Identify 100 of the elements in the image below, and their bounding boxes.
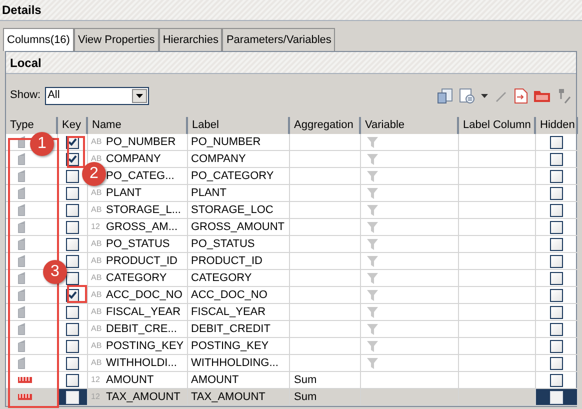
datatype-label: AB: [91, 306, 102, 318]
table-cell-text: AMOUNT: [191, 372, 239, 388]
table-cell-text: PO_STATUS: [105, 236, 170, 252]
checkbox[interactable]: [550, 356, 563, 370]
table-cell-text: Sum: [294, 372, 317, 388]
attribute-icon: [18, 187, 25, 199]
checkbox[interactable]: [550, 374, 563, 386]
table-cell-text: WITHHOLDI...: [105, 356, 177, 371]
checkbox[interactable]: [66, 340, 79, 352]
filter-icon: [367, 358, 378, 368]
table-row[interactable]: AB FISCAL_YEAR FISCAL_YEAR: [6, 304, 576, 321]
caret-icon[interactable]: [481, 94, 488, 98]
table-cell-text: DEBIT_CREDIT: [191, 322, 270, 337]
checkbox[interactable]: [66, 374, 79, 386]
datatype-label: AB: [91, 272, 102, 284]
checkbox[interactable]: [550, 136, 563, 148]
table-cell-text: PO_NUMBER: [105, 134, 176, 150]
checkbox[interactable]: [550, 186, 563, 200]
table-row[interactable]: AB COMPANY COMPANY: [6, 151, 576, 168]
table-row[interactable]: AB ACC_DOC_NO ACC_DOC_NO: [6, 287, 576, 304]
attribute-icon: [18, 357, 25, 369]
checkbox[interactable]: [550, 238, 563, 250]
checkbox[interactable]: [550, 170, 563, 182]
table-row[interactable]: AB PO_STATUS PO_STATUS: [6, 236, 576, 253]
checkbox[interactable]: [550, 306, 563, 318]
checkbox[interactable]: [66, 322, 79, 336]
datatype-label: AB: [91, 153, 102, 165]
checkbox[interactable]: [66, 238, 79, 250]
list-icon[interactable]: [459, 88, 475, 104]
attribute-icon: [18, 255, 25, 267]
checkbox[interactable]: [66, 254, 79, 268]
attribute-icon: [18, 153, 25, 165]
table-row[interactable]: 12 GROSS_AM... GROSS_AMOUNT: [6, 219, 576, 236]
checkbox[interactable]: [66, 170, 79, 182]
table-cell-text: TAX_AMOUNT: [105, 390, 180, 405]
table-cell-text: DEBIT_CRE...: [105, 322, 177, 337]
table-cell-text: COMPANY: [105, 152, 161, 167]
folder-icon[interactable]: [534, 89, 550, 102]
checkbox[interactable]: [66, 356, 79, 370]
table-cell-text: PRODUCT_ID: [191, 254, 263, 269]
filter-icon: [367, 290, 378, 300]
table-cell-text: POSTING_KEY: [105, 338, 184, 354]
datatype-label: AB: [91, 238, 102, 250]
table-cell-text: PLANT: [105, 186, 142, 201]
datatype-label: AB: [91, 136, 102, 148]
table-cell-text: ACC_DOC_NO: [105, 288, 182, 303]
checkbox[interactable]: [66, 272, 79, 284]
datatype-label: AB: [91, 255, 102, 267]
datatype-label: AB: [91, 289, 102, 301]
table-row[interactable]: AB PLANT PLANT: [6, 185, 576, 202]
checkbox[interactable]: [550, 340, 563, 352]
attribute-icon: [18, 340, 25, 352]
attribute-icon: [18, 170, 25, 182]
table-cell-text: FISCAL_YEAR: [191, 304, 266, 320]
table-row[interactable]: AB DEBIT_CRE... DEBIT_CREDIT: [6, 321, 576, 338]
tab[interactable]: View Properties: [74, 28, 159, 51]
checkbox[interactable]: [550, 322, 563, 336]
datatype-label: AB: [91, 357, 102, 369]
attribute-icon: [18, 272, 25, 284]
checkbox[interactable]: [66, 306, 79, 318]
checkbox[interactable]: [66, 220, 79, 234]
measure-icon: [18, 394, 32, 400]
datatype-label: 12: [91, 221, 100, 233]
attribute-icon: [18, 289, 25, 301]
datatype-label: AB: [91, 323, 102, 335]
attribute-icon: [18, 306, 25, 318]
table-cell-text: PRODUCT_ID: [105, 254, 178, 269]
checkbox[interactable]: [66, 186, 79, 200]
checkbox[interactable]: [550, 152, 563, 166]
filter-icon: [367, 340, 378, 352]
attribute-icon: [18, 323, 25, 335]
table-row[interactable]: AB STORAGE_L... STORAGE_LOC: [6, 202, 576, 219]
table-cell-text: STORAGE_LOC: [191, 202, 274, 218]
checkbox[interactable]: [550, 254, 563, 268]
checkbox[interactable]: [550, 204, 563, 216]
datatype-label: AB: [91, 204, 102, 216]
panel-title: Details: [2, 2, 42, 19]
table-cell-text: CATEGORY: [191, 270, 252, 286]
table-row[interactable]: AB POSTING_KEY POSTING_KEY: [6, 338, 576, 355]
datatype-label: 12: [91, 374, 100, 386]
checkbox[interactable]: [66, 204, 79, 216]
table-cell-text: PLANT: [191, 186, 226, 201]
tab[interactable]: Columns(16): [3, 28, 74, 51]
filter-icon: [367, 136, 378, 148]
table-cell-text: COMPANY: [191, 152, 246, 167]
section-title: Local: [10, 54, 42, 72]
table-row[interactable]: 12 AMOUNT AMOUNT Sum: [6, 372, 576, 389]
show-dropdown[interactable]: All: [44, 86, 149, 104]
import-icon[interactable]: [514, 88, 528, 104]
checkbox[interactable]: [550, 272, 563, 284]
filter-icon: [367, 306, 378, 318]
tab[interactable]: Parameters/Variables: [222, 28, 336, 51]
checkbox[interactable]: [550, 288, 563, 302]
highlight-frame: [67, 136, 85, 168]
filter-icon: [367, 272, 378, 284]
tab[interactable]: Hierarchies: [158, 28, 222, 51]
checkbox[interactable]: [550, 220, 563, 234]
table-row[interactable]: AB WITHHOLDI... WITHHOLDING...: [6, 355, 576, 372]
filter-icon: [367, 170, 378, 182]
filter-icon: [367, 256, 378, 266]
